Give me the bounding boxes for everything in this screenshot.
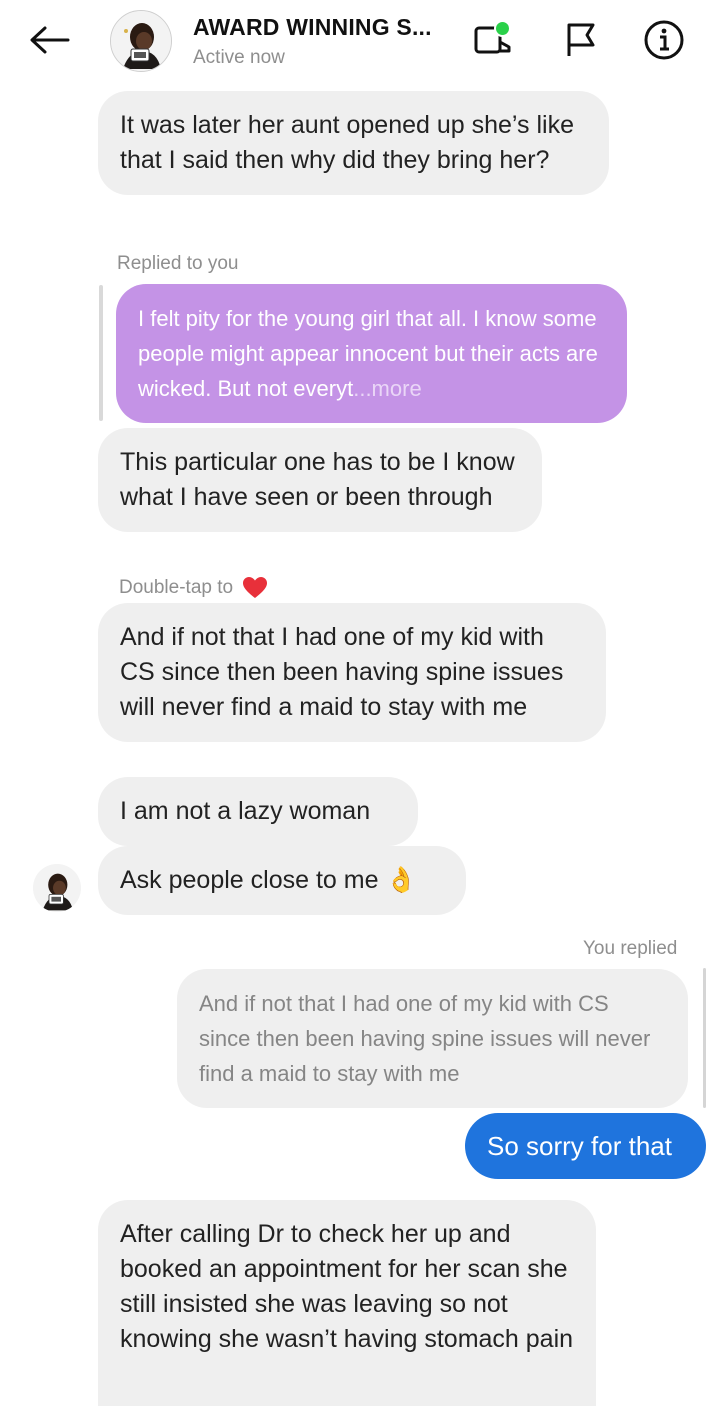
incoming-message[interactable]: It was later her aunt opened up she’s li…: [98, 91, 609, 195]
avatar[interactable]: [110, 10, 172, 72]
double-tap-hint: Double-tap to: [119, 576, 268, 600]
outgoing-message[interactable]: So sorry for that: [465, 1113, 706, 1179]
incoming-message[interactable]: After calling Dr to check her up and boo…: [98, 1200, 596, 1406]
more-link[interactable]: ...more: [353, 376, 421, 401]
message-text: Ask people close to me: [120, 866, 379, 894]
double-tap-label: Double-tap to: [119, 577, 234, 599]
sender-avatar[interactable]: [33, 864, 81, 912]
message-text: It was later her aunt opened up she’s li…: [120, 111, 574, 174]
message-text: After calling Dr to check her up and boo…: [120, 1220, 574, 1353]
incoming-message[interactable]: This particular one has to be I know wha…: [98, 428, 542, 532]
incoming-message[interactable]: And if not that I had one of my kid with…: [98, 603, 606, 742]
profile-photo: [33, 864, 81, 912]
reply-label: You replied: [583, 938, 678, 959]
message-text: And if not that I had one of my kid with…: [120, 623, 564, 721]
ok-hand-icon: 👌: [385, 866, 417, 894]
flag-icon: [567, 23, 595, 56]
incoming-message[interactable]: Ask people close to me 👌: [98, 846, 466, 915]
profile-photo: [111, 11, 171, 71]
scrollbar[interactable]: [703, 968, 706, 1108]
online-indicator: [494, 20, 511, 37]
quote-bar: [99, 285, 103, 421]
incoming-message[interactable]: I am not a lazy woman: [98, 777, 418, 846]
reply-label: Replied to you: [117, 253, 239, 274]
quoted-reply-bubble[interactable]: I felt pity for the young girl that all.…: [116, 284, 627, 423]
info-icon: [644, 20, 684, 60]
video-call-button[interactable]: [470, 18, 518, 62]
message-text: This particular one has to be I know wha…: [120, 448, 515, 511]
quoted-reply-text: And if not that I had one of my kid with…: [199, 991, 651, 1086]
message-text: So sorry for that: [487, 1131, 672, 1161]
message-text: I am not a lazy woman: [120, 797, 371, 825]
active-status: Active now: [193, 47, 285, 68]
info-button[interactable]: [640, 18, 688, 62]
page-title: AWARD WINNING S...: [193, 14, 432, 40]
report-button[interactable]: [556, 18, 604, 62]
back-button[interactable]: [26, 20, 72, 60]
quoted-reply-bubble[interactable]: And if not that I had one of my kid with…: [177, 969, 688, 1108]
heart-icon: [243, 577, 268, 598]
arrow-left-icon: [30, 26, 70, 54]
chat-header: AWARD WINNING S... Active now: [0, 0, 720, 86]
